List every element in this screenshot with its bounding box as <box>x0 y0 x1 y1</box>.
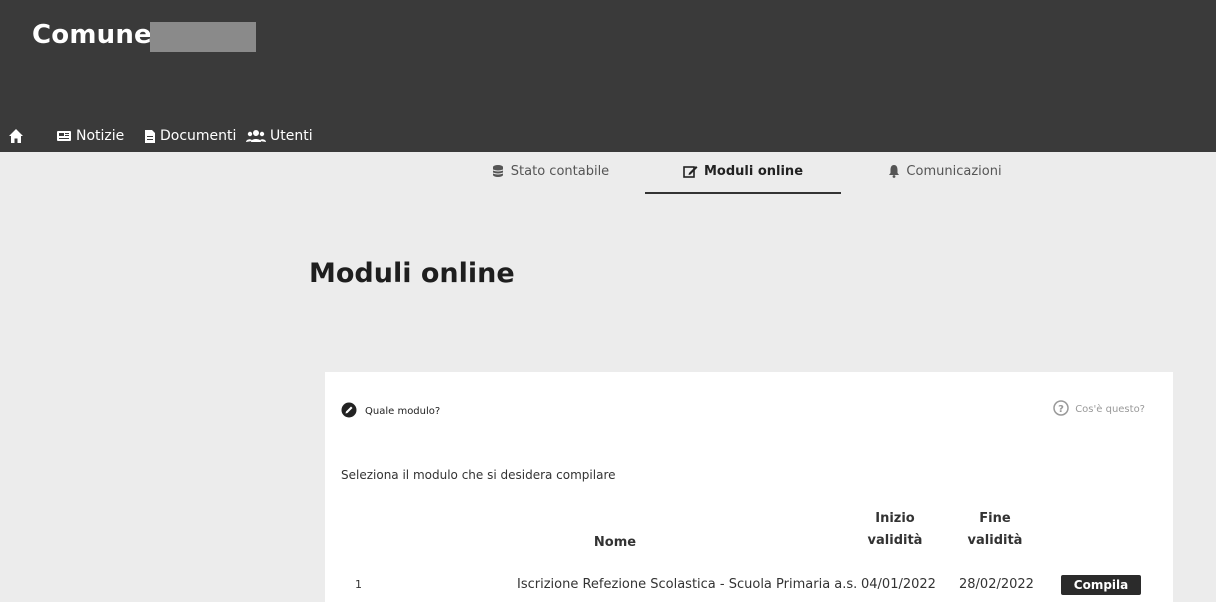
nav-documenti-label: Documenti <box>160 128 237 144</box>
redacted-municipality-name <box>150 22 256 52</box>
bell-icon <box>888 164 900 182</box>
tab-comunicazioni-label: Comunicazioni <box>906 164 1002 179</box>
tab-moduli-online[interactable]: Moduli online <box>645 164 841 194</box>
tab-stato-contabile[interactable]: Stato contabile <box>485 164 615 194</box>
nav-utenti[interactable]: Utenti <box>246 128 313 144</box>
tab-comunicazioni[interactable]: Comunicazioni <box>880 164 1010 194</box>
nav-utenti-label: Utenti <box>270 128 313 144</box>
column-header-inizio-validita: Inizio validità <box>867 511 923 548</box>
page-title: Moduli online <box>309 258 515 289</box>
tab-moduli-online-label: Moduli online <box>703 164 804 179</box>
tab-stato-contabile-label: Stato contabile <box>510 164 610 179</box>
coins-icon <box>491 164 505 182</box>
home-icon <box>8 128 24 144</box>
row-inizio-validita: 04/01/2022 <box>861 577 936 592</box>
nav-notizie-label: Notizie <box>76 128 125 144</box>
nav-notizie[interactable]: Notizie <box>56 128 124 144</box>
compila-button[interactable]: Compila <box>1061 575 1141 595</box>
row-fine-validita: 28/02/2022 <box>959 577 1034 592</box>
document-icon <box>144 129 156 144</box>
help-link[interactable]: ? Cos'è questo? <box>1053 400 1145 419</box>
card-question: Quale modulo? <box>341 402 440 421</box>
newspaper-icon <box>56 129 72 143</box>
column-header-nome: Nome <box>593 535 637 550</box>
users-icon <box>246 129 266 143</box>
main-nav: Notizie Documenti Utenti <box>0 128 400 150</box>
column-header-fine-validita: Fine validità <box>967 511 1023 548</box>
help-icon: ? <box>1053 400 1069 419</box>
help-link-label: Cos'è questo? <box>1075 404 1145 415</box>
row-index: 1 <box>355 578 362 591</box>
pencil-circle-icon <box>341 402 357 421</box>
instruction-text: Seleziona il modulo che si desidera comp… <box>341 468 616 482</box>
site-header: Comune di Notizie Documenti Utenti <box>0 0 1216 152</box>
nav-documenti[interactable]: Documenti <box>144 128 236 144</box>
modules-card: Quale modulo? ? Cos'è questo? Seleziona … <box>325 372 1173 602</box>
edit-icon <box>683 164 698 182</box>
card-question-label: Quale modulo? <box>365 406 441 417</box>
nav-home[interactable] <box>8 128 24 144</box>
svg-text:?: ? <box>1058 404 1064 415</box>
section-tabs: Stato contabile Moduli online Comunicazi… <box>0 152 1216 198</box>
row-name: Iscrizione Refezione Scolastica - Scuola… <box>517 577 858 592</box>
